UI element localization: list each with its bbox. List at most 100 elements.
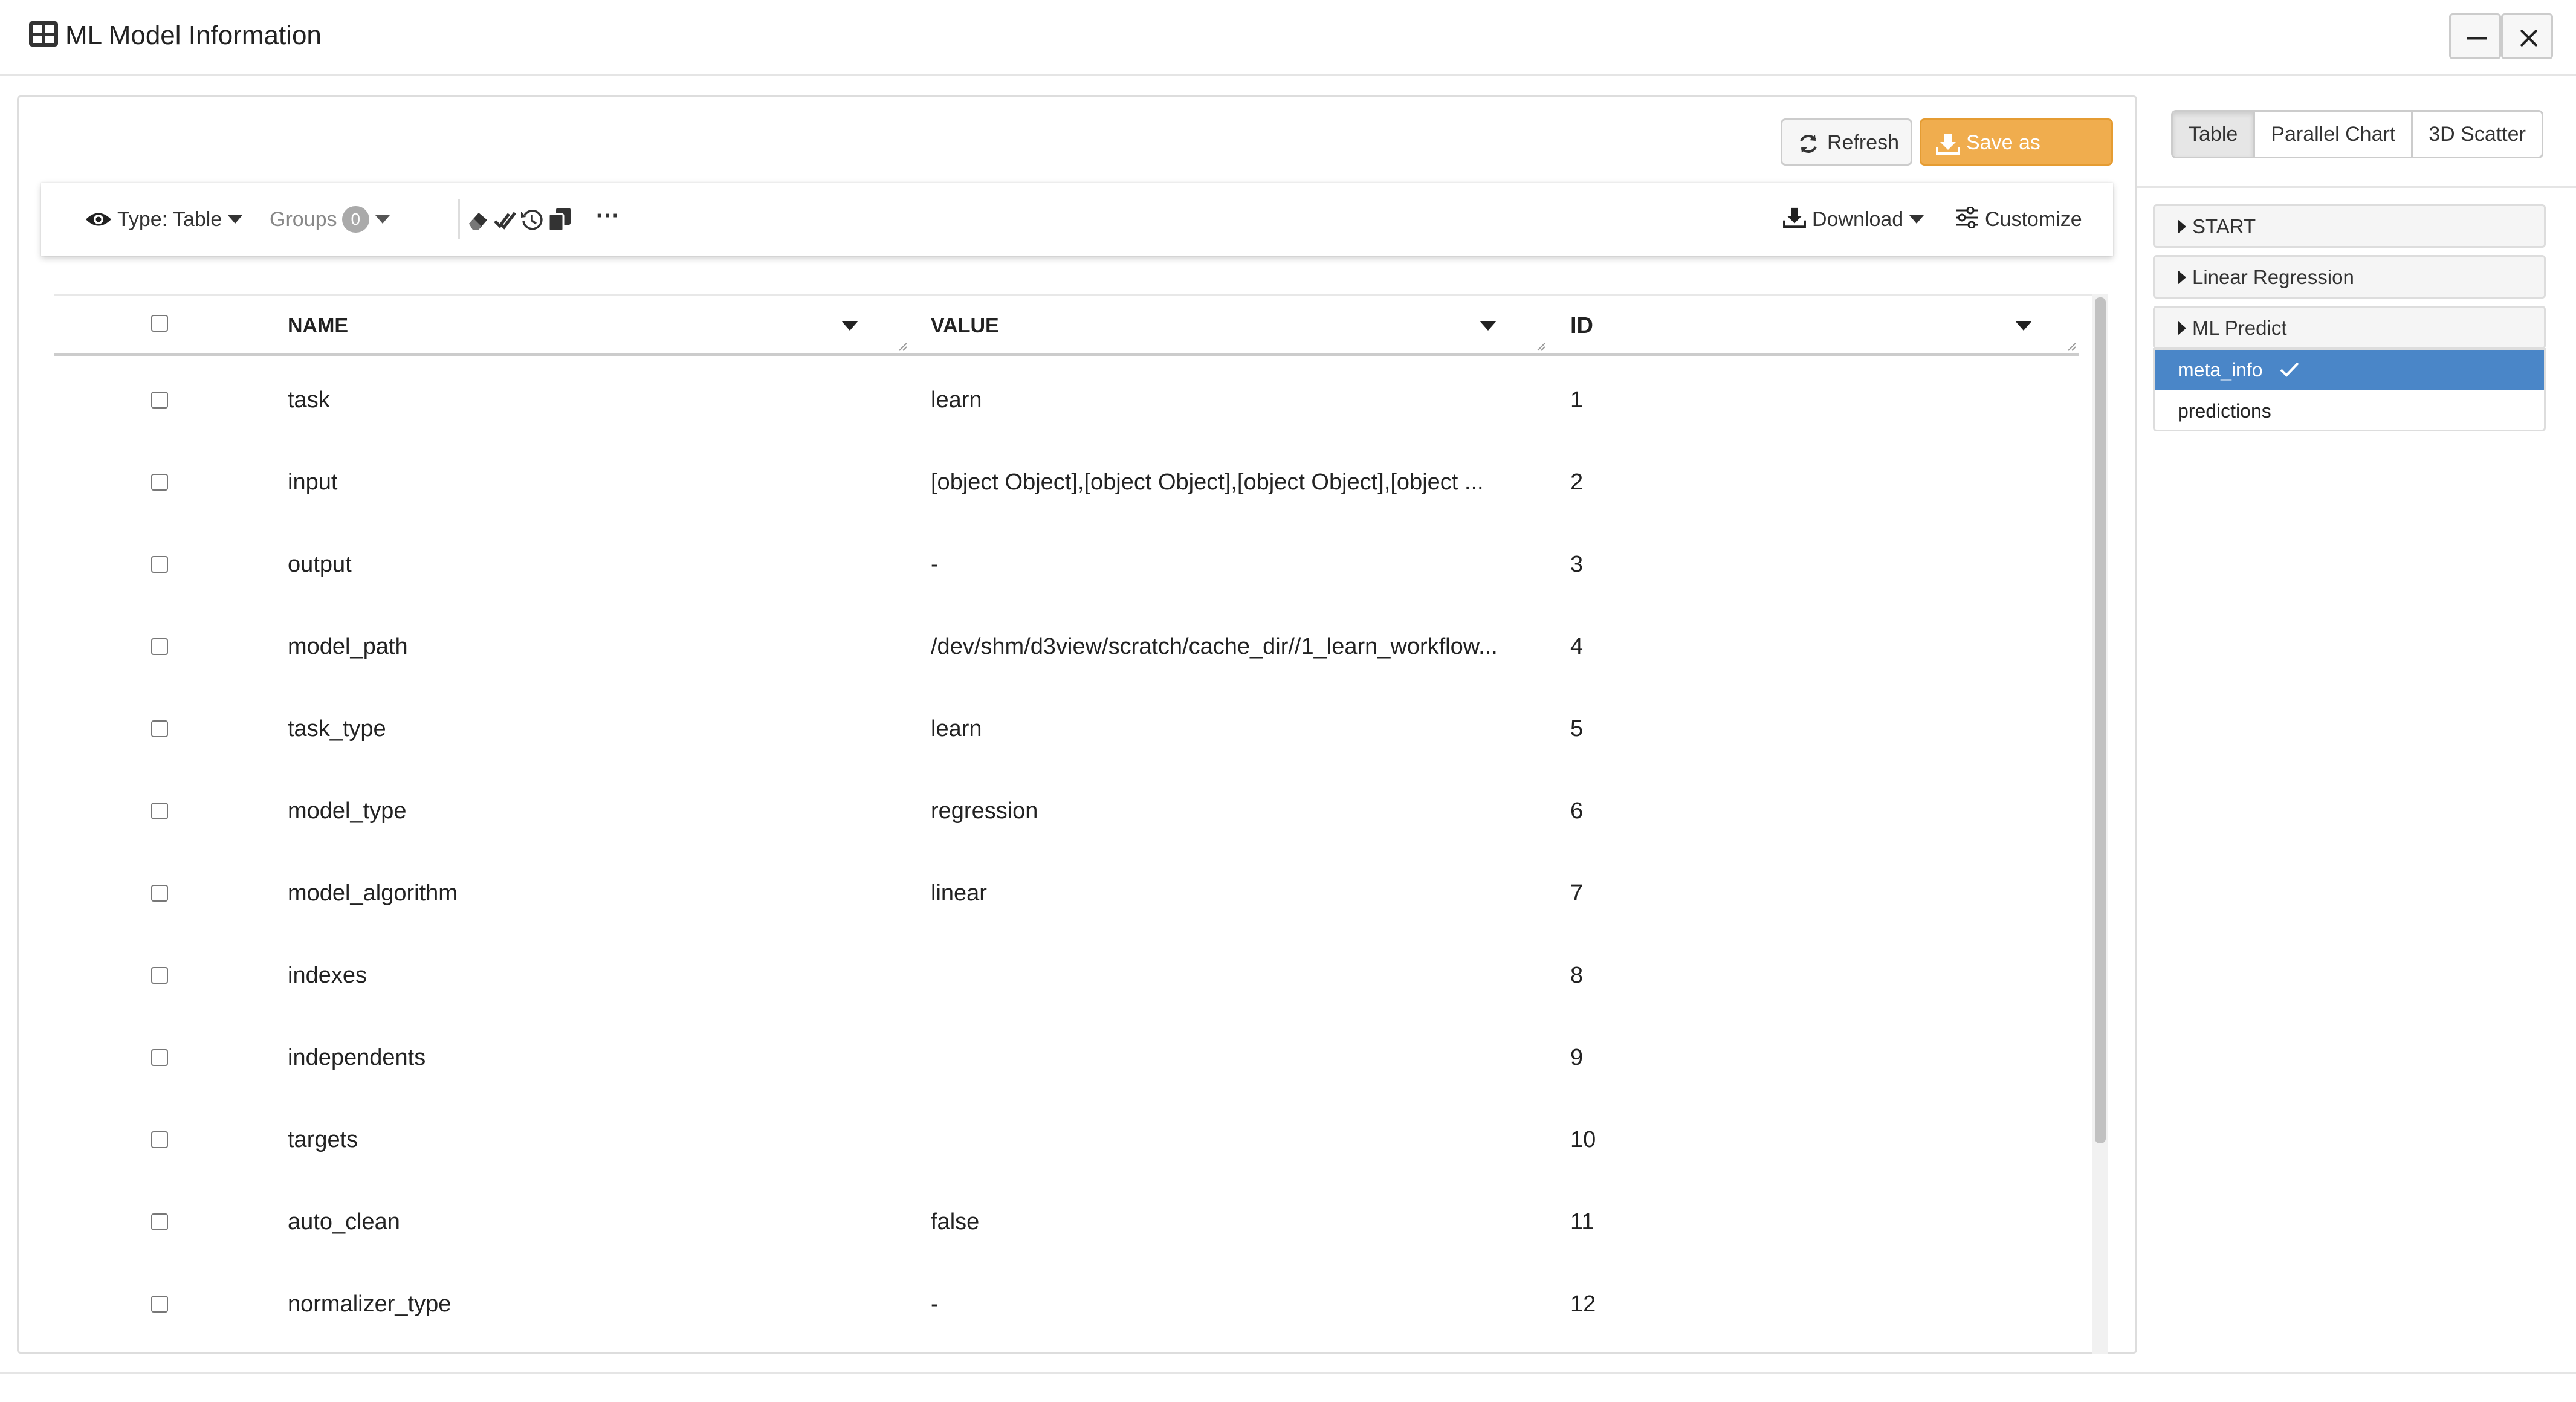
data-grid: NAME VALUE ID task learn 1 input [object Obj… (54, 294, 2097, 1354)
cell-name: task_type (288, 716, 386, 741)
cell-value: learn (931, 387, 982, 413)
row-checkbox[interactable] (151, 1296, 168, 1313)
row-checkbox[interactable] (151, 556, 168, 573)
cell-value: [object Object],[object Object],[object … (931, 470, 1484, 495)
cell-value: false (931, 1209, 980, 1235)
window-titlebar: ML Model Information (0, 0, 2576, 76)
tab-parallel-chart[interactable]: Parallel Chart (2255, 112, 2413, 157)
cell-id: 7 (1570, 880, 1584, 906)
table-row[interactable]: input [object Object],[object Object],[ob… (54, 441, 2079, 523)
table-row[interactable]: model_type regression 6 (54, 770, 2079, 852)
refresh-label: Refresh (1827, 131, 1900, 154)
select-all-checkbox[interactable] (151, 315, 168, 332)
column-header-id[interactable]: ID (1570, 296, 1593, 356)
sliders-icon (1956, 206, 1978, 229)
row-checkbox[interactable] (151, 885, 168, 902)
download-icon (1936, 134, 1960, 155)
close-icon (2520, 29, 2538, 47)
row-checkbox[interactable] (151, 803, 168, 819)
copy-icon[interactable] (548, 207, 572, 232)
caret-right-icon (2178, 270, 2186, 285)
download-icon (1783, 207, 1806, 228)
window-bottom-border (0, 1372, 2576, 1374)
cell-value: /dev/shm/d3view/scratch/cache_dir//1_lea… (931, 634, 1498, 659)
table-row[interactable]: indexes 8 (54, 934, 2079, 1016)
row-checkbox[interactable] (151, 1213, 168, 1230)
check-all-icon[interactable] (493, 208, 517, 232)
resize-handle-icon[interactable] (898, 342, 908, 352)
cell-id: 12 (1570, 1291, 1596, 1317)
close-button[interactable] (2501, 13, 2553, 59)
cell-value (931, 1099, 1535, 1181)
sidebar-section-ml-predict[interactable]: ML Predict (2153, 306, 2546, 349)
caret-down-icon (375, 215, 390, 224)
cell-name: independents (288, 1045, 426, 1070)
table-row[interactable]: targets 10 (54, 1099, 2079, 1181)
sidebar-section-linear-regression[interactable]: Linear Regression (2153, 255, 2546, 299)
column-header-name[interactable]: NAME (288, 296, 348, 356)
sidebar-item-label: meta_info (2178, 359, 2263, 381)
sidebar-item-predictions[interactable]: predictions (2155, 391, 2544, 431)
history-icon[interactable] (520, 208, 544, 232)
table-row[interactable]: model_algorithm linear 7 (54, 852, 2079, 934)
cell-name: indexes (288, 963, 367, 988)
save-as-image-button[interactable]: Save as Image (1920, 118, 2113, 199)
table-row[interactable]: task learn 1 (54, 359, 2079, 441)
table-row[interactable]: normalizer_type - 12 (54, 1263, 2079, 1345)
row-checkbox[interactable] (151, 474, 168, 491)
sidebar-item-meta-info[interactable]: meta_info (2155, 350, 2544, 390)
caret-right-icon (2178, 321, 2186, 335)
customize-button[interactable]: Customize (1955, 183, 2082, 256)
groups-label: Groups (270, 208, 337, 231)
cell-name: model_type (288, 798, 407, 824)
row-checkbox[interactable] (151, 967, 168, 984)
eye-icon (86, 213, 111, 226)
value-column-menu-icon[interactable] (1480, 321, 1497, 331)
sidebar-section-start[interactable]: START (2153, 204, 2546, 248)
cell-id: 10 (1570, 1127, 1596, 1152)
cell-id: 5 (1570, 716, 1584, 741)
cell-id: 9 (1570, 1045, 1584, 1070)
caret-down-icon (1909, 215, 1924, 224)
table-row[interactable]: auto_clean false 11 (54, 1181, 2079, 1263)
groups-dropdown[interactable]: Groups 0 (270, 183, 390, 256)
more-options-button[interactable]: ··· (596, 183, 620, 249)
minimize-button[interactable] (2449, 13, 2501, 59)
cell-name: task (288, 387, 330, 413)
cell-id: 3 (1570, 552, 1584, 577)
tab-3d-scatter[interactable]: 3D Scatter (2413, 112, 2542, 157)
eraser-icon[interactable] (467, 208, 491, 232)
table-row[interactable]: task_type learn 5 (54, 688, 2079, 770)
resize-handle-icon[interactable] (1536, 342, 1546, 352)
row-checkbox[interactable] (151, 392, 168, 409)
cell-value (931, 1016, 1535, 1099)
cell-id: 2 (1570, 470, 1584, 495)
cell-id: 4 (1570, 634, 1584, 659)
download-dropdown[interactable]: Download (1783, 183, 1924, 256)
view-tabs: Table Parallel Chart 3D Scatter (2171, 110, 2543, 158)
type-label: Type: Table (117, 208, 222, 231)
cell-name: auto_clean (288, 1209, 400, 1235)
row-checkbox[interactable] (151, 638, 168, 655)
window-title: ML Model Information (65, 21, 322, 50)
cell-id: 1 (1570, 387, 1584, 413)
tab-table[interactable]: Table (2173, 112, 2256, 157)
table-icon (29, 21, 58, 47)
resize-handle-icon[interactable] (2067, 342, 2077, 352)
refresh-button[interactable]: Refresh (1781, 118, 1912, 166)
table-row[interactable]: model_path/dev/shm/d3view/scratch/cache_… (54, 606, 2079, 688)
sidebar-divider (2137, 186, 2576, 188)
column-header-value[interactable]: VALUE (931, 296, 999, 356)
row-checkbox[interactable] (151, 1131, 168, 1148)
toolbar-divider (458, 199, 460, 239)
refresh-icon (1800, 135, 1817, 153)
id-column-menu-icon[interactable] (2015, 321, 2032, 331)
type-dropdown[interactable]: Type: Table (85, 183, 243, 256)
grid-scrollbar-thumb[interactable] (2095, 297, 2106, 1143)
name-column-menu-icon[interactable] (841, 321, 858, 331)
table-row[interactable]: output - 3 (54, 523, 2079, 606)
cell-name: model_path (288, 634, 408, 659)
row-checkbox[interactable] (151, 720, 168, 737)
row-checkbox[interactable] (151, 1049, 168, 1066)
table-row[interactable]: independents 9 (54, 1016, 2079, 1099)
